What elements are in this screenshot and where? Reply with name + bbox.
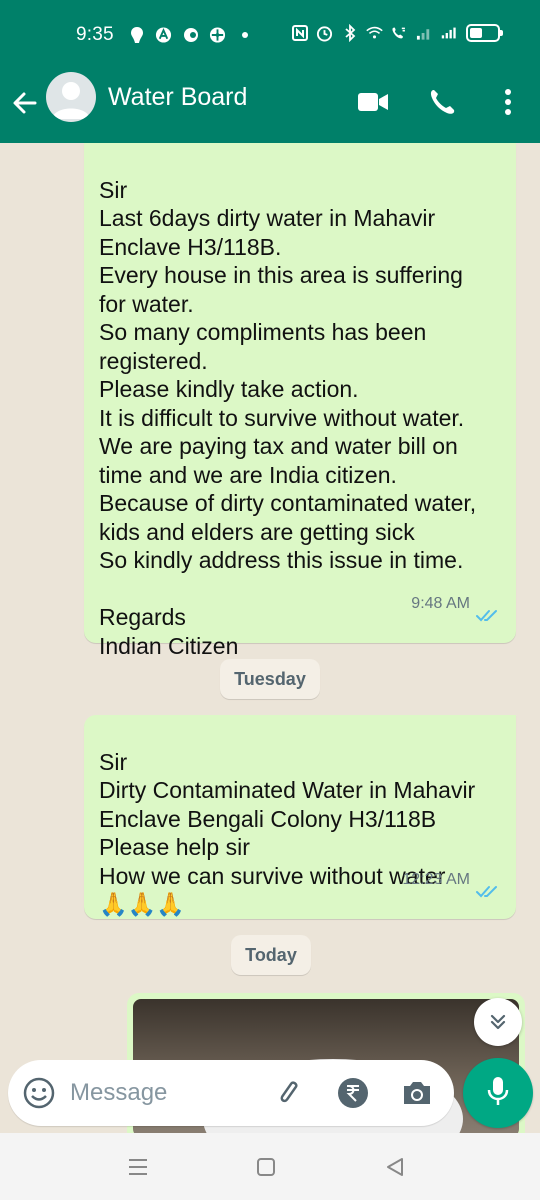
notification-icon bbox=[128, 26, 145, 43]
more-notifications-dot bbox=[242, 31, 248, 38]
outgoing-message-2[interactable]: Sir Dirty Contaminated Water in Mahavir … bbox=[84, 715, 516, 919]
voice-call-icon[interactable] bbox=[424, 84, 460, 120]
wifi-calling-icon bbox=[391, 25, 408, 42]
home-icon[interactable] bbox=[252, 1153, 280, 1181]
contact-avatar[interactable] bbox=[46, 72, 96, 122]
message-composer bbox=[8, 1060, 454, 1126]
message-meta: 12:23 AM bbox=[402, 852, 502, 909]
attach-icon[interactable] bbox=[270, 1074, 308, 1112]
status-notification-icons bbox=[128, 26, 248, 43]
app-circle-icon bbox=[182, 26, 199, 43]
video-call-icon[interactable] bbox=[355, 84, 391, 120]
mic-icon bbox=[486, 1075, 510, 1112]
status-time: 9:35 bbox=[76, 24, 114, 45]
chat-app-bar: Water Board bbox=[0, 72, 540, 143]
fan-icon bbox=[209, 26, 226, 43]
day-separator-today: Today bbox=[231, 935, 311, 975]
emoji-icon[interactable] bbox=[20, 1074, 58, 1112]
read-ticks-icon bbox=[476, 852, 502, 909]
day-separator-tuesday: Tuesday bbox=[220, 659, 320, 699]
top-header: 9:35 Water Board bbox=[0, 0, 540, 143]
mic-button[interactable] bbox=[463, 1058, 533, 1128]
status-system-icons bbox=[291, 24, 503, 42]
back-icon[interactable] bbox=[381, 1153, 409, 1181]
nfc-icon bbox=[291, 25, 308, 42]
app-a-icon bbox=[155, 26, 172, 43]
contact-name[interactable]: Water Board bbox=[108, 83, 247, 112]
message-input[interactable] bbox=[70, 1076, 260, 1110]
chat-area[interactable]: Sir Last 6days dirty water in Mahavir En… bbox=[0, 143, 540, 1133]
wifi-icon bbox=[366, 25, 383, 42]
message-time: 9:48 AM bbox=[411, 595, 470, 613]
recent-apps-icon[interactable] bbox=[124, 1153, 152, 1181]
outgoing-message-1[interactable]: Sir Last 6days dirty water in Mahavir En… bbox=[84, 143, 516, 659]
battery-icon bbox=[466, 24, 503, 42]
signal-icon-1 bbox=[416, 25, 433, 42]
rupee-payment-icon[interactable] bbox=[334, 1074, 372, 1112]
message-meta: 9:48 AM bbox=[411, 576, 502, 633]
message-time: 12:23 AM bbox=[402, 871, 470, 889]
read-ticks-icon bbox=[476, 576, 502, 633]
system-nav-bar bbox=[0, 1133, 540, 1200]
camera-icon[interactable] bbox=[398, 1074, 436, 1112]
status-bar: 9:35 bbox=[0, 0, 540, 72]
alarm-icon bbox=[316, 25, 333, 42]
scroll-down-icon[interactable] bbox=[474, 998, 522, 1046]
signal-icon-2 bbox=[441, 25, 458, 42]
back-arrow-icon[interactable] bbox=[8, 86, 42, 120]
more-options-icon[interactable] bbox=[490, 84, 526, 120]
bluetooth-icon bbox=[341, 24, 358, 42]
